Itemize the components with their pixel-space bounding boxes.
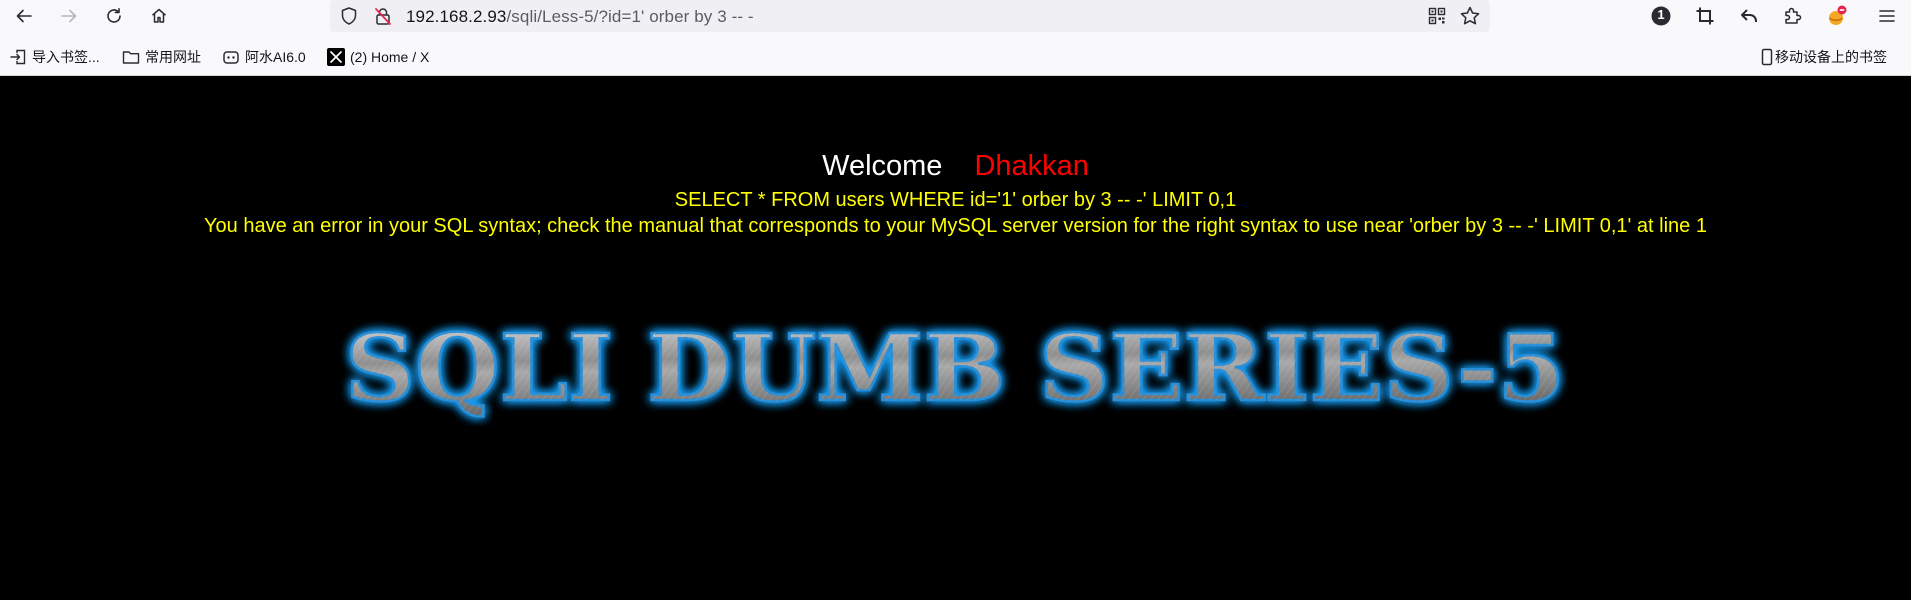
home-button[interactable] bbox=[146, 3, 172, 29]
url-path: /sqli/Less-5/?id=1' orber by 3 -- - bbox=[506, 7, 754, 26]
url-text[interactable]: 192.168.2.93/sqli/Less-5/?id=1' orber by… bbox=[406, 7, 754, 27]
puzzle-piece-icon bbox=[1785, 7, 1802, 24]
page-content: Welcome Dhakkan SELECT * FROM users WHERE… bbox=[0, 76, 1911, 600]
series-title-banner: SQLI DUMB SERIES-5 SQLI DUMB SERIES-5 bbox=[344, 316, 1567, 423]
arrow-left-icon bbox=[16, 9, 32, 23]
qr-code-icon[interactable] bbox=[1427, 6, 1447, 31]
bookmark-x-home[interactable]: (2) Home / X bbox=[327, 46, 429, 68]
welcome-name: Dhakkan bbox=[974, 150, 1089, 182]
undo-share-button[interactable] bbox=[1736, 3, 1762, 29]
reply-arrow-icon bbox=[1741, 9, 1757, 22]
sql-error-text: You have an error in your SQL syntax; ch… bbox=[204, 215, 1707, 237]
bookmark-label: 阿水AI6.0 bbox=[245, 49, 306, 65]
mobile-bookmarks[interactable]: 移动设备上的书签 bbox=[1761, 46, 1887, 68]
home-icon bbox=[152, 8, 166, 23]
bookmark-folder-common[interactable]: 常用网址 bbox=[122, 46, 201, 68]
reload-button[interactable] bbox=[101, 3, 127, 29]
bookmark-label: 移动设备上的书签 bbox=[1775, 49, 1887, 65]
sql-query-text: SELECT * FROM users WHERE id='1' orber b… bbox=[674, 189, 1237, 211]
folder-icon bbox=[122, 48, 140, 66]
x-logo-icon bbox=[327, 48, 345, 66]
screenshot-crop-button[interactable] bbox=[1692, 3, 1718, 29]
bookmark-import[interactable]: 导入书签... bbox=[9, 46, 100, 68]
profile-extension-button[interactable] bbox=[1824, 3, 1850, 29]
shield-icon[interactable] bbox=[339, 6, 359, 31]
bot-icon bbox=[222, 48, 240, 66]
browser-chrome: 192.168.2.93/sqli/Less-5/?id=1' orber by… bbox=[0, 0, 1911, 76]
bookmark-label: 常用网址 bbox=[145, 49, 201, 65]
bookmark-star-icon[interactable] bbox=[1459, 5, 1481, 32]
crop-icon bbox=[1696, 7, 1714, 25]
extensions-badge-count: 1 bbox=[1657, 7, 1665, 22]
hamburger-menu-icon bbox=[1879, 10, 1895, 22]
bookmark-label: 导入书签... bbox=[32, 49, 100, 65]
reload-icon bbox=[107, 8, 121, 23]
navigation-toolbar: 192.168.2.93/sqli/Less-5/?id=1' orber by… bbox=[0, 0, 1911, 32]
bookmarks-toolbar: 导入书签... 常用网址 阿水AI6.0 (2) Home / X 移动设备上的… bbox=[0, 44, 1911, 70]
menu-button[interactable] bbox=[1874, 3, 1900, 29]
extensions-badge-button[interactable]: 1 bbox=[1648, 3, 1674, 29]
banner-texture: SQLI DUMB SERIES-5 bbox=[345, 316, 1565, 422]
url-host: 192.168.2.93 bbox=[406, 7, 507, 26]
insecure-lock-icon[interactable] bbox=[373, 6, 393, 31]
url-bar[interactable]: 192.168.2.93/sqli/Less-5/?id=1' orber by… bbox=[330, 0, 1490, 32]
fox-avatar-icon bbox=[1829, 5, 1847, 25]
welcome-label: Welcome bbox=[822, 150, 943, 182]
back-button[interactable] bbox=[11, 3, 37, 29]
bookmark-label: (2) Home / X bbox=[350, 49, 430, 65]
arrow-right-icon bbox=[61, 9, 77, 23]
forward-button[interactable] bbox=[56, 3, 82, 29]
extensions-button[interactable] bbox=[1780, 3, 1806, 29]
import-icon bbox=[9, 48, 27, 66]
mobile-phone-icon bbox=[1761, 48, 1773, 66]
bookmark-ashui-ai[interactable]: 阿水AI6.0 bbox=[222, 46, 306, 68]
welcome-heading: Welcome Dhakkan bbox=[0, 150, 1911, 183]
